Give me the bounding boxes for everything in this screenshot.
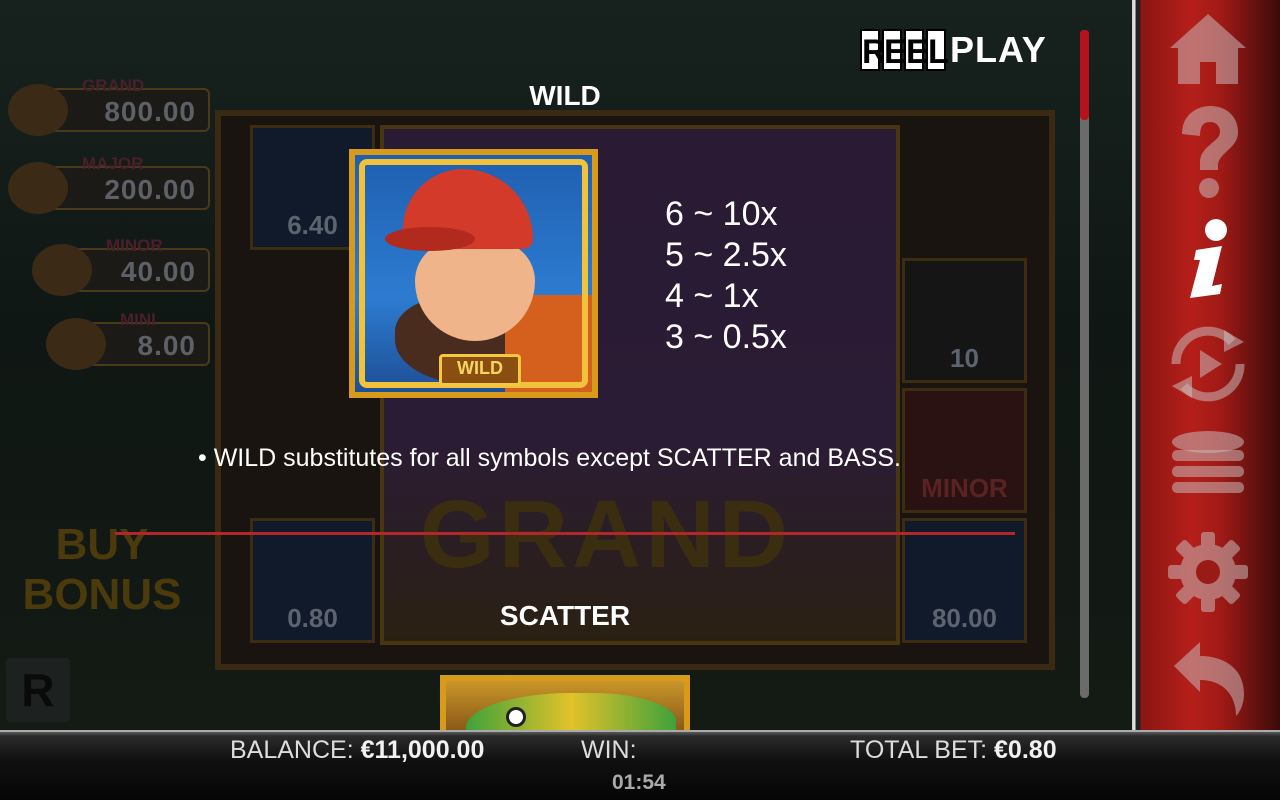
paytable-row: 3 ~ 0.5x bbox=[665, 318, 787, 356]
fish-icon bbox=[8, 84, 68, 136]
wild-rule-text: • WILD substitutes for all symbols excep… bbox=[198, 444, 901, 472]
paytable-row: 4 ~ 1x bbox=[665, 277, 759, 315]
home-icon[interactable] bbox=[1160, 8, 1256, 88]
scatter-symbol-image bbox=[440, 675, 690, 730]
fish-icon bbox=[32, 244, 92, 296]
wild-symbol-image: WILD bbox=[349, 149, 598, 398]
autoplay-icon[interactable] bbox=[1160, 324, 1256, 404]
paytable-row: 5 ~ 2.5x bbox=[665, 236, 787, 274]
clock: 01:54 bbox=[612, 771, 666, 794]
total-bet-display: TOTAL BET: €0.80 bbox=[850, 736, 1057, 764]
section-divider bbox=[115, 532, 1015, 535]
scrollbar-thumb[interactable] bbox=[1080, 30, 1089, 120]
balance-display: BALANCE: €11,000.00 bbox=[230, 736, 485, 764]
win-display: WIN: bbox=[581, 736, 637, 764]
settings-icon[interactable] bbox=[1160, 532, 1256, 612]
reel-cell: 10 bbox=[902, 258, 1027, 383]
scrollbar-track[interactable] bbox=[1080, 30, 1089, 698]
wild-title: WILD bbox=[529, 80, 601, 111]
help-icon[interactable] bbox=[1160, 106, 1256, 198]
info-icon[interactable] bbox=[1160, 218, 1256, 298]
back-icon[interactable] bbox=[1160, 638, 1256, 718]
bet-coins-icon[interactable] bbox=[1160, 428, 1256, 508]
jackpot-minor: MINOR 40.00 bbox=[32, 236, 210, 296]
paytable-row: 6 ~ 10x bbox=[665, 195, 778, 233]
scatter-title: SCATTER bbox=[499, 600, 631, 631]
grand-banner: GRAND bbox=[420, 481, 792, 588]
jackpot-major: MAJOR 200.00 bbox=[8, 154, 210, 214]
r-badge: R bbox=[6, 658, 70, 722]
fish-icon bbox=[8, 162, 68, 214]
reelplay-logo: REEL PLAY bbox=[860, 29, 1047, 71]
reel-cell: MINOR bbox=[902, 388, 1027, 513]
jackpot-mini: MINI 8.00 bbox=[46, 310, 210, 370]
fish-icon bbox=[46, 318, 106, 370]
jackpot-grand: GRAND 800.00 bbox=[8, 76, 210, 136]
reel-cell: 80.00 bbox=[902, 518, 1027, 643]
reel-cell: 0.80 bbox=[250, 518, 375, 643]
wild-badge: WILD bbox=[439, 354, 521, 386]
buy-bonus-button: BUY BONUS bbox=[22, 520, 182, 619]
wild-paytable: 6 ~ 10x 5 ~ 2.5x 4 ~ 1x 3 ~ 0.5x bbox=[665, 194, 787, 358]
